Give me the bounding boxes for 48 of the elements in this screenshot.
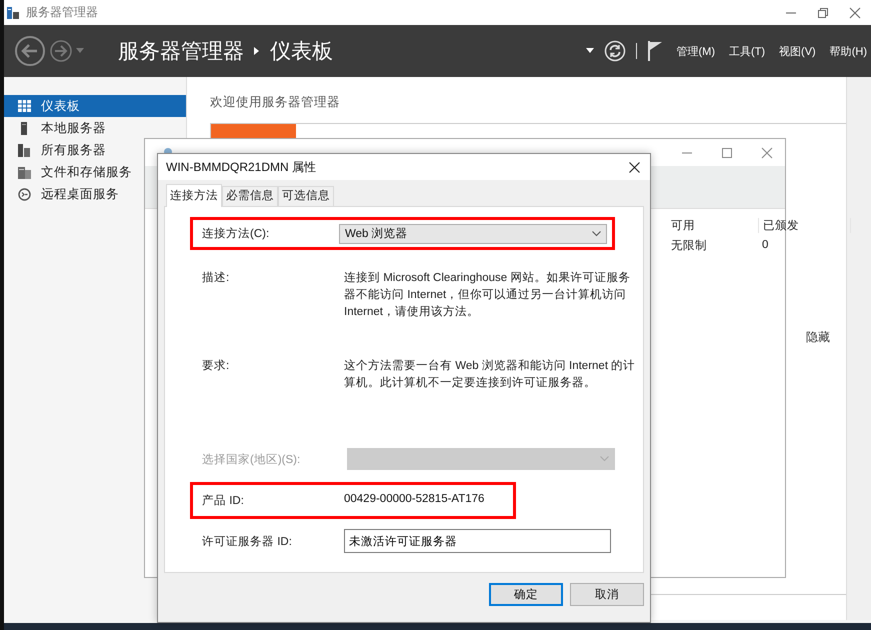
description-text: 这个方法需要一台有 Web 浏览器和能访问 Internet 的计算机。此计算机不一定要连接到许可证服务器。 (344, 358, 636, 391)
column-header[interactable]: 已颁发 (759, 218, 851, 232)
menu-item[interactable]: 管理(M) (676, 44, 715, 58)
storage-icon (18, 166, 31, 178)
chevron-down-icon (592, 230, 601, 236)
breadcrumb-item[interactable]: 仪表板 (270, 37, 333, 65)
chevron-down-icon (600, 456, 609, 462)
menu-item[interactable]: 工具(T) (729, 44, 766, 58)
input-field[interactable]: 未激活许可证服务器 (344, 529, 611, 553)
field-label: 产品 ID: (202, 494, 245, 508)
hide-link[interactable]: 隐藏 (806, 329, 830, 346)
caret-icon[interactable] (586, 48, 594, 54)
field-value: 00429-00000-52815-AT176 (344, 492, 484, 504)
chevron-icon (254, 47, 260, 55)
refresh-icon[interactable] (604, 40, 626, 62)
sidebar-item[interactable]: 仪表板 (4, 95, 186, 117)
breadcrumb-item[interactable]: 服务器管理器 (118, 37, 244, 65)
tab[interactable]: 必需信息 (222, 186, 278, 206)
flag-icon[interactable] (646, 40, 662, 62)
welcome-heading: 欢迎使用服务器管理器 (210, 94, 342, 111)
menu-item[interactable]: 视图(V) (779, 44, 816, 58)
field-label: 选择国家(地区)(S): (202, 452, 302, 466)
window-title: 服务器管理器 (26, 4, 98, 21)
field-label: 描述: (202, 270, 230, 285)
dialog-title: WIN-BMMDQR21DMN 属性 (166, 158, 316, 176)
column-header[interactable]: 可用 (667, 218, 759, 232)
servers-icon (18, 144, 31, 156)
restore-icon[interactable] (817, 6, 829, 18)
maximize-icon[interactable] (721, 146, 733, 158)
field-label: 要求: (202, 358, 230, 373)
table-cell-text: 无限制 (670, 238, 708, 252)
grid-icon (18, 100, 31, 112)
table-cell-text: 0 (761, 239, 770, 251)
back-icon[interactable] (14, 35, 46, 67)
scrollbar[interactable] (846, 77, 871, 620)
dropdown[interactable]: Web 浏览器 (339, 224, 607, 244)
dialog-button[interactable]: 确定 (489, 583, 563, 606)
field-label: 许可证服务器 ID: (202, 534, 293, 548)
forward-icon[interactable] (49, 39, 73, 63)
menu-item[interactable]: 帮助(H) (830, 44, 867, 58)
tab[interactable]: 连接方法 (166, 184, 222, 207)
description-text: 连接到 Microsoft Clearinghouse 网站。如果许可证服务器不能访问 Internet，但你可以通过另一台计算机访问 Internet，请使用该方法。 (344, 270, 632, 320)
dialog-button[interactable]: 取消 (570, 583, 644, 606)
tab[interactable]: 可选信息 (278, 186, 334, 206)
close-icon[interactable] (629, 162, 640, 172)
sidebar-item[interactable]: 本地服务器 (4, 117, 186, 139)
field-label: 连接方法(C): (202, 226, 270, 241)
remote-desktop-icon (18, 188, 31, 200)
